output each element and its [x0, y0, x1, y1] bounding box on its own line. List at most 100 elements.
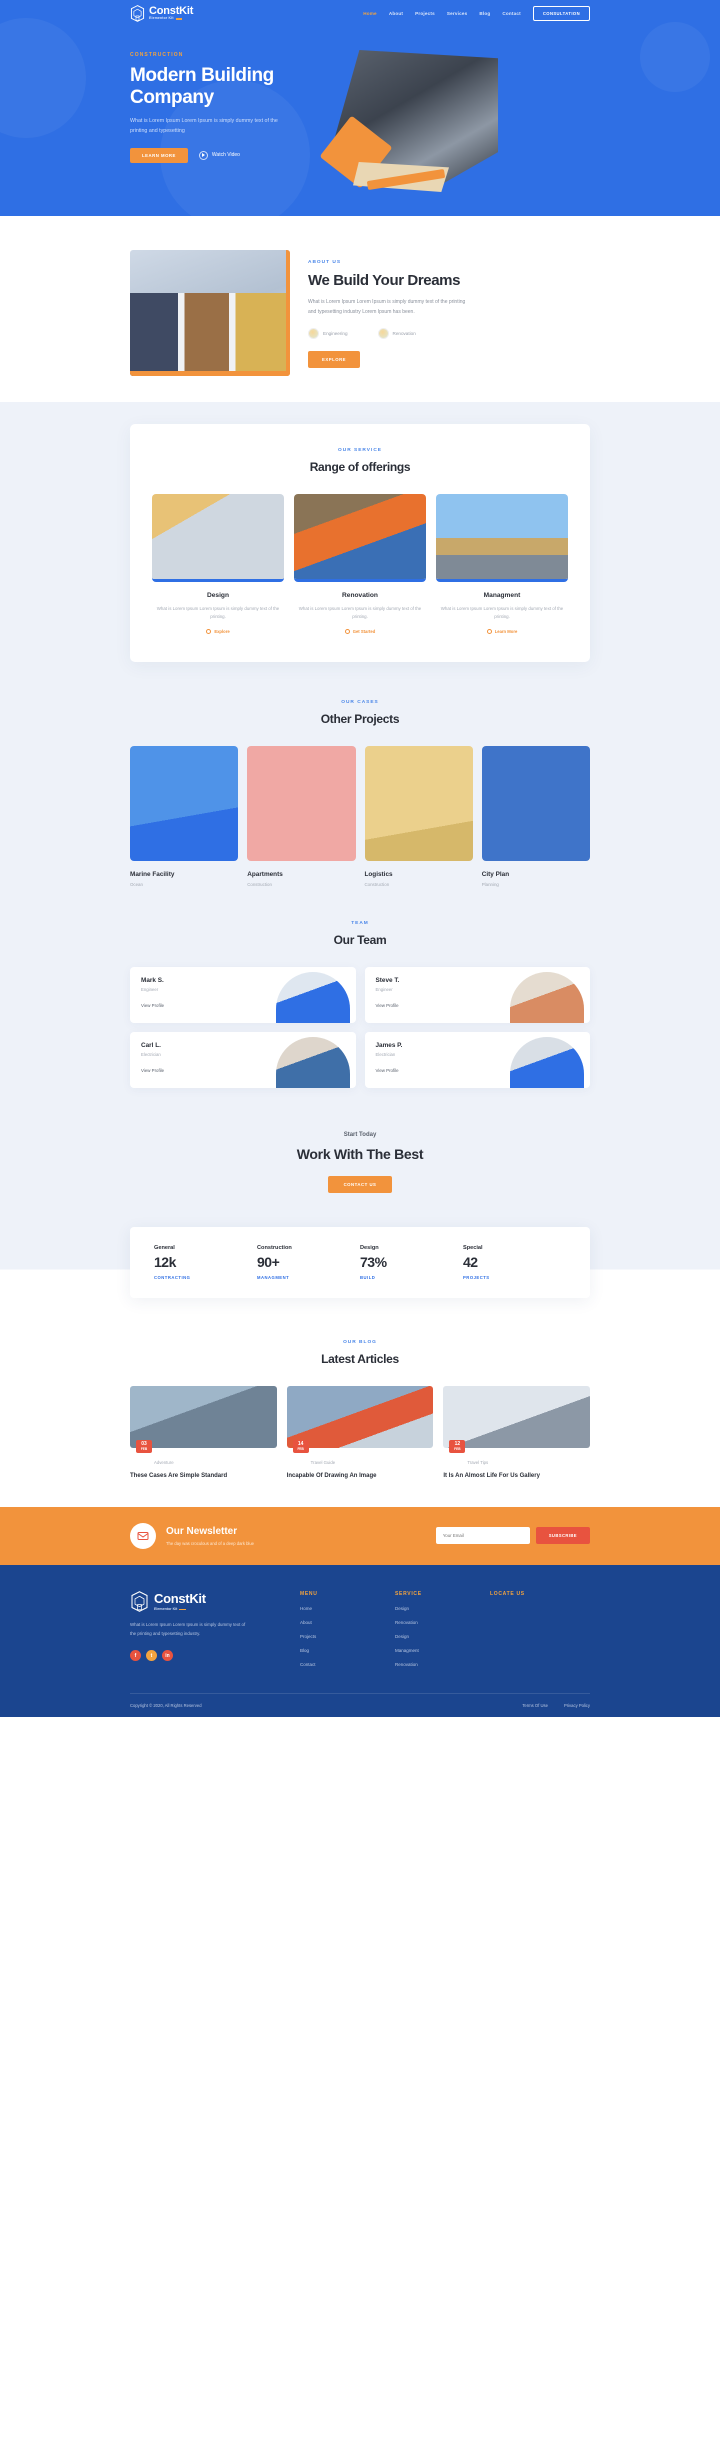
- view-profile-link[interactable]: View Profile: [141, 1003, 270, 1008]
- feature-engineering: Engineering: [308, 327, 348, 339]
- play-icon: [198, 150, 208, 160]
- stats-card: General 12k CONTRACTING Construction 90+…: [130, 1227, 590, 1299]
- team-card-carl-l[interactable]: Carl L. Electrician View Profile: [130, 1032, 356, 1089]
- subscribe-button[interactable]: SUBSCRIBE: [535, 1527, 590, 1545]
- arrow-circle-icon: [486, 629, 492, 635]
- blog-card-2[interactable]: 14 FEB Travel Guide Incapable Of Drawing…: [286, 1386, 434, 1481]
- services-section: OUR SERVICE Range of offerings Design Wh…: [0, 402, 720, 697]
- member-photo: [504, 967, 590, 1024]
- service-link[interactable]: Get Started: [294, 629, 426, 635]
- twitter-icon[interactable]: t: [146, 1650, 157, 1662]
- project-title: Logistics: [364, 871, 393, 879]
- brand-subtitle: Elementor Kit: [149, 16, 193, 20]
- linkedin-icon[interactable]: in: [162, 1650, 173, 1662]
- footer-column-menu: MENU Home About Projects Blog Contact: [300, 1591, 375, 1667]
- blog-month: FEB: [140, 1446, 148, 1451]
- explore-button[interactable]: EXPLORE: [308, 350, 361, 368]
- footer-brand[interactable]: ConstKit Elementor Kit: [130, 1591, 280, 1612]
- service-card-renovation[interactable]: Renovation What is Lorem Ipsum Lorem Ips…: [294, 494, 426, 635]
- footer-link-blog[interactable]: Blog: [300, 1648, 375, 1653]
- team-card-james-p[interactable]: James P. Electrician View Profile: [364, 1032, 590, 1089]
- stats-section: General 12k CONTRACTING Construction 90+…: [0, 1217, 720, 1323]
- privacy-link[interactable]: Privacy Policy: [564, 1703, 590, 1708]
- stat-caption: MANAGMENT: [257, 1275, 290, 1281]
- brand-logo[interactable]: ConstKit Elementor Kit: [130, 4, 193, 22]
- service-card-managment[interactable]: Managment What is Lorem Ipsum Lorem Ipsu…: [436, 494, 568, 635]
- stat-value: 42: [463, 1254, 478, 1271]
- service-description: What is Lorem Ipsum Lorem Ipsum is simpl…: [156, 606, 280, 620]
- footer-link-design[interactable]: Design: [395, 1606, 470, 1611]
- blog-month: FEB: [454, 1446, 461, 1451]
- view-profile-link[interactable]: View Profile: [141, 1068, 270, 1073]
- footer-link-design-2[interactable]: Design: [395, 1634, 470, 1639]
- stat-value: 12k: [154, 1254, 176, 1271]
- footer-link-renovation[interactable]: Renovation: [395, 1620, 470, 1625]
- stat-special: Special 42 PROJECTS: [463, 1245, 566, 1280]
- footer-link-managment[interactable]: Managment: [395, 1648, 470, 1653]
- contact-us-button[interactable]: CONTACT US: [327, 1176, 393, 1194]
- arrow-circle-icon: [344, 629, 350, 635]
- service-description: What is Lorem Ipsum Lorem Ipsum is simpl…: [298, 606, 422, 620]
- consultation-button[interactable]: CONSULTATION: [532, 5, 590, 21]
- terms-link[interactable]: Terms Of Use: [522, 1703, 548, 1708]
- about-accent-edge: [286, 250, 290, 376]
- nav-item-blog[interactable]: Blog: [479, 11, 490, 16]
- constkit-logo-icon: [130, 4, 145, 22]
- about-section: ABOUT US We Build Your Dreams What is Lo…: [0, 216, 720, 402]
- footer-link-projects[interactable]: Projects: [300, 1634, 375, 1639]
- footer-link-home[interactable]: Home: [300, 1606, 375, 1611]
- project-card-apartments[interactable]: Apartments Construction: [247, 746, 356, 887]
- blog-category: Adventure: [154, 1460, 174, 1466]
- service-image: [294, 494, 426, 582]
- project-card-logistics[interactable]: Logistics Construction: [364, 746, 473, 887]
- hero-title: Modern Building Company: [130, 65, 274, 109]
- footer-brand-name: ConstKit: [154, 1591, 206, 1607]
- member-role: Electrician: [375, 1052, 396, 1058]
- member-photo: [270, 967, 356, 1024]
- blog-post-title: These Cases Are Simple Standard: [130, 1473, 228, 1480]
- facebook-icon[interactable]: f: [130, 1650, 141, 1662]
- blog-date-badge: 14 FEB: [292, 1440, 309, 1454]
- project-title: City Plan: [481, 871, 510, 879]
- watch-video-label: Watch Video: [211, 152, 240, 159]
- team-card-mark-s[interactable]: Mark S. Engineer View Profile: [130, 967, 356, 1024]
- service-link[interactable]: Learn More: [436, 629, 568, 635]
- nav-item-projects[interactable]: Projects: [415, 11, 435, 16]
- view-profile-link[interactable]: View Profile: [376, 1003, 505, 1008]
- nav-item-home[interactable]: Home: [363, 11, 377, 16]
- nav-item-contact[interactable]: Contact: [502, 11, 521, 16]
- team-card-steve-t[interactable]: Steve T. Engineer View Profile: [364, 967, 590, 1024]
- project-card-marine-facility[interactable]: Marine Facility Ocean: [130, 746, 239, 887]
- footer-column-service: SERVICE Design Renovation Design Managme…: [395, 1591, 470, 1667]
- footer-description: What is Lorem Ipsum Lorem Ipsum is simpl…: [130, 1621, 246, 1636]
- renovation-icon: [377, 327, 389, 339]
- project-card-city-plan[interactable]: City Plan Planning: [481, 746, 590, 887]
- learn-more-button[interactable]: LEARN MORE: [130, 147, 188, 163]
- service-card-design[interactable]: Design What is Lorem Ipsum Lorem Ipsum i…: [152, 494, 284, 635]
- nav-item-about[interactable]: About: [389, 11, 403, 16]
- hero-section: ConstKit Elementor Kit Home About Projec…: [0, 0, 720, 216]
- nav-item-services[interactable]: Services: [447, 11, 468, 16]
- main-navigation: ConstKit Elementor Kit Home About Projec…: [130, 0, 590, 26]
- footer-link-contact[interactable]: Contact: [300, 1662, 375, 1667]
- footer-link-about[interactable]: About: [300, 1620, 375, 1625]
- hero-eyebrow: CONSTRUCTION: [130, 52, 184, 58]
- blog-card-3[interactable]: 12 FEB Travel Tips It Is An Almost Life …: [443, 1386, 591, 1481]
- member-photo: [270, 1032, 356, 1089]
- blog-card-1[interactable]: 03 FEB Adventure These Cases Are Simple …: [130, 1386, 277, 1481]
- service-link[interactable]: Explore: [152, 629, 284, 635]
- view-profile-link[interactable]: View Profile: [376, 1068, 505, 1073]
- stat-key: Special: [463, 1245, 483, 1252]
- about-image: [130, 250, 290, 376]
- project-image: [247, 746, 356, 862]
- footer-link-renovation-2[interactable]: Renovation: [395, 1662, 470, 1667]
- blog-post-title: Incapable Of Drawing An Image: [286, 1473, 377, 1480]
- newsletter-email-input[interactable]: [435, 1527, 530, 1545]
- project-title: Marine Facility: [130, 871, 175, 879]
- member-role: Engineer: [141, 987, 159, 993]
- stat-general: General 12k CONTRACTING: [154, 1245, 257, 1280]
- decorative-blob: [0, 18, 86, 138]
- stat-value: 73%: [360, 1254, 387, 1271]
- watch-video-button[interactable]: Watch Video: [198, 150, 240, 160]
- feature-label: Engineering: [323, 330, 348, 336]
